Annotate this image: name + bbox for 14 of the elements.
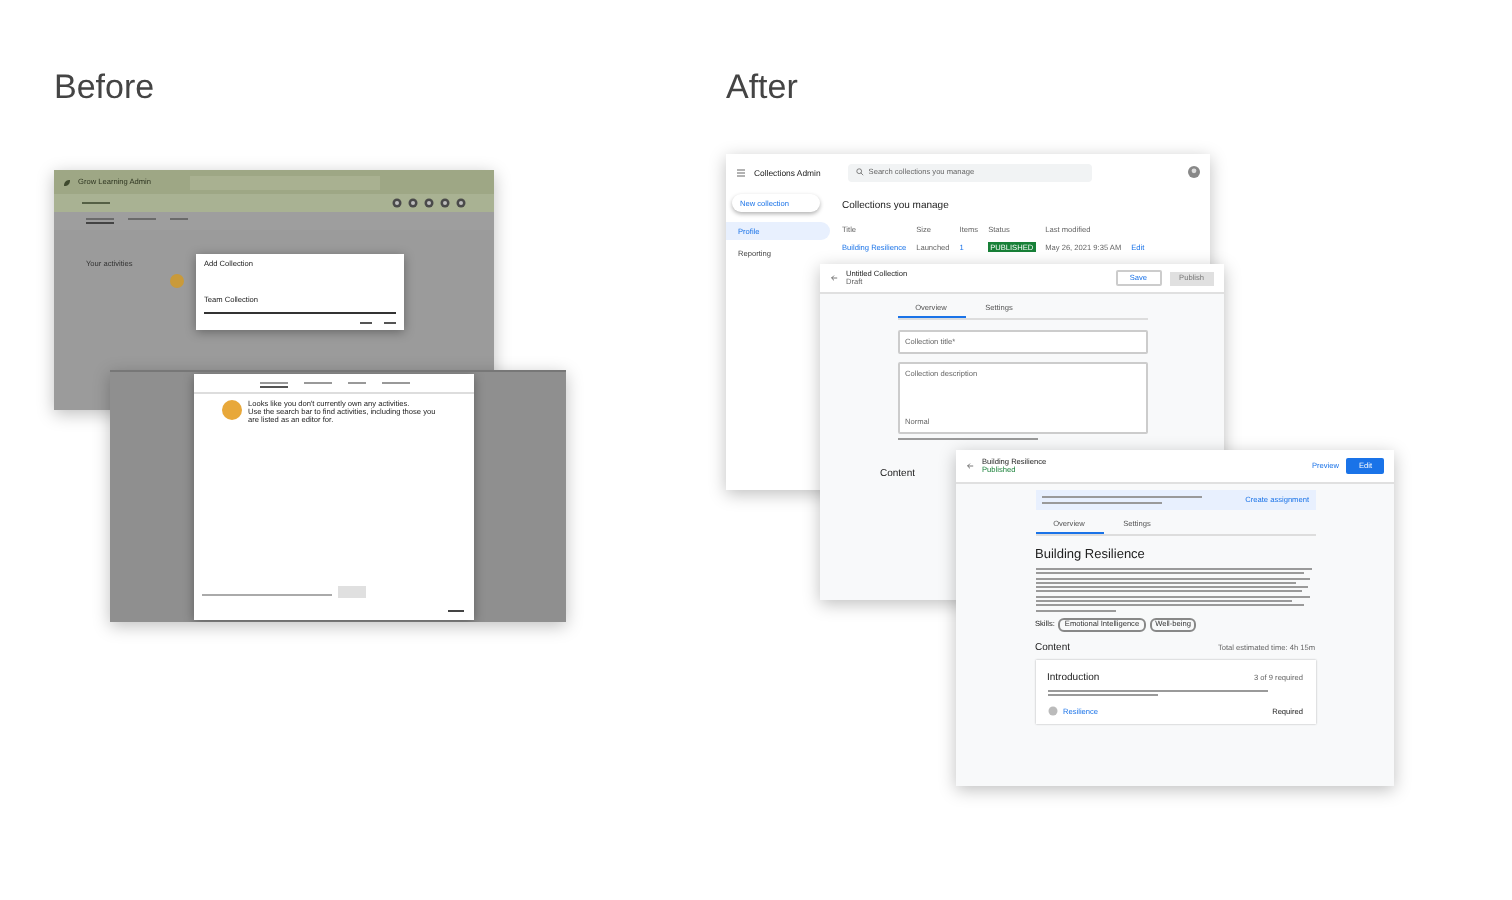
before-heading: Before — [54, 68, 155, 108]
menu-icon[interactable] — [736, 167, 746, 177]
avatar-icon[interactable] — [1188, 166, 1200, 178]
back-arrow-icon[interactable] — [830, 274, 838, 282]
search-icon — [856, 168, 865, 176]
circle-icon[interactable] — [392, 198, 402, 208]
back-arrow-icon[interactable] — [966, 462, 974, 470]
after-heading: After — [726, 68, 798, 108]
circle-icon[interactable] — [408, 198, 418, 208]
circle-icon[interactable] — [440, 198, 450, 208]
circle-icon[interactable] — [456, 198, 466, 208]
leaf-icon — [62, 177, 72, 187]
activity-icon — [1047, 706, 1057, 717]
circle-icon[interactable] — [424, 198, 434, 208]
